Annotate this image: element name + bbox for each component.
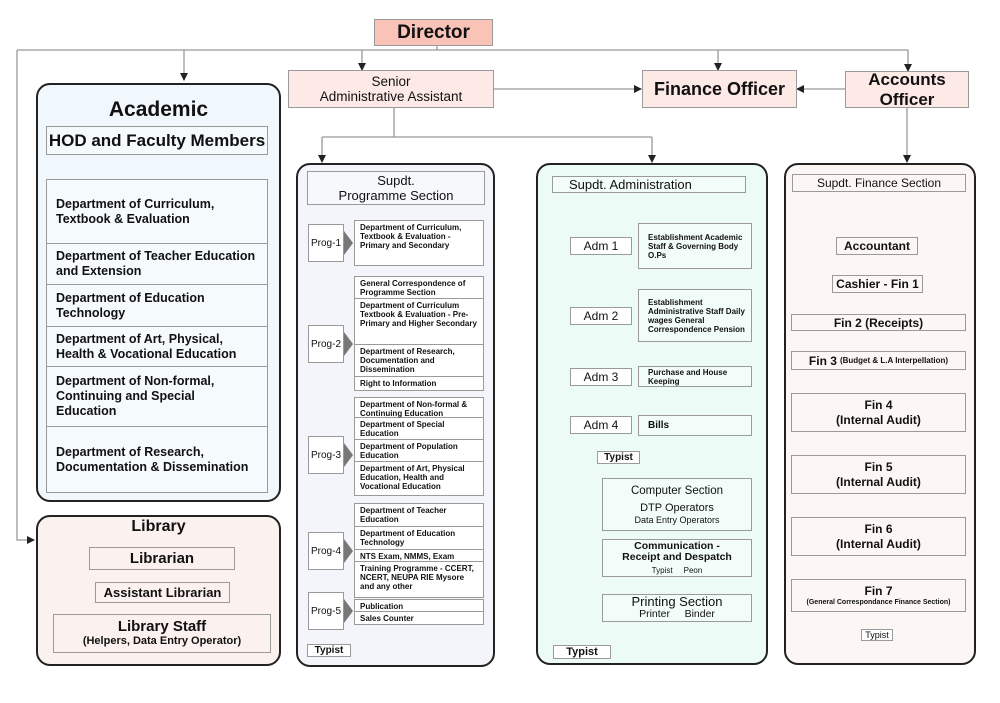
supdt-administration-box[interactable]: Supdt. Administration xyxy=(552,176,746,193)
adm-unit-duties[interactable]: Establishment Academic Staff & Governing… xyxy=(638,223,752,269)
chevron-right-icon xyxy=(344,443,353,467)
programme-unit-3[interactable]: Prog-3 xyxy=(308,436,344,474)
library-staff-box[interactable]: Library Staff (Helpers, Data Entry Opera… xyxy=(53,614,271,653)
fin-unit-label: Fin 5 xyxy=(864,459,893,474)
programme-duty-item[interactable]: Department of Non-formal & Continuing Ed… xyxy=(355,398,483,418)
academic-department-item[interactable]: Department of Art, Physical, Health & Vo… xyxy=(47,327,267,367)
supdt-programme-line2: Programme Section xyxy=(338,188,454,203)
fin-unit-detail: (Internal Audit) xyxy=(836,412,921,427)
programme-duty-list: Department of Curriculum, Textbook & Eva… xyxy=(354,220,484,266)
academic-department-item[interactable]: Department of Curriculum, Textbook & Eva… xyxy=(47,180,267,244)
senior-admin-box[interactable]: Senior Administrative Assistant xyxy=(288,70,494,108)
adm-unit-2[interactable]: Adm 2 xyxy=(570,307,632,325)
programme-duty-list: General Correspondence of Programme Sect… xyxy=(354,276,484,391)
fin-audit-unit-6[interactable]: Fin 6 (Internal Audit) xyxy=(791,517,966,556)
programme-duty-list: Department of Teacher Education Departmen… xyxy=(354,503,484,598)
fin7-detail: (General Correspondance Finance Section) xyxy=(806,598,951,606)
computer-section-box[interactable]: Computer Section DTP Operators Data Entr… xyxy=(602,478,752,531)
library-staff-label: Library Staff xyxy=(117,617,207,635)
adm-unit-1[interactable]: Adm 1 xyxy=(570,237,632,255)
programme-duty-item[interactable]: NTS Exam, NMMS, Exam xyxy=(355,550,483,562)
chevron-right-icon xyxy=(344,539,353,563)
fin-unit-detail: (Internal Audit) xyxy=(836,474,921,489)
programme-duty-item[interactable]: Department of Education Technology xyxy=(355,527,483,550)
senior-admin-line1: Senior xyxy=(371,74,411,89)
computer-section-line1: DTP Operators xyxy=(640,501,714,514)
librarian-box[interactable]: Librarian xyxy=(89,547,235,570)
academic-department-list: Department of Curriculum, Textbook & Eva… xyxy=(46,179,268,493)
academic-panel: Academic HOD and Faculty Members Departm… xyxy=(36,83,281,502)
accountant-box[interactable]: Accountant xyxy=(836,237,918,255)
academic-title: Academic xyxy=(108,98,209,121)
fin3-box[interactable]: Fin 3 (Budget & L.A Interpellation) xyxy=(791,351,966,370)
programme-duty-item[interactable]: Department of Curriculum, Textbook & Eva… xyxy=(355,221,483,265)
fin-unit-label: Fin 6 xyxy=(864,521,893,536)
programme-duty-list: Department of Non-formal & Continuing Ed… xyxy=(354,397,484,496)
supdt-programme-box[interactable]: Supdt. Programme Section xyxy=(307,171,485,205)
fin7-label: Fin 7 xyxy=(864,583,893,598)
programme-duty-item[interactable]: Department of Curriculum Textbook & Eval… xyxy=(355,299,483,345)
accounts-officer-box[interactable]: Accounts Officer xyxy=(845,70,969,109)
programme-duty-item[interactable]: Department of Teacher Education xyxy=(355,504,483,527)
communication-box[interactable]: Communication - Receipt and Despatch Typ… xyxy=(602,539,752,577)
adm-unit-4[interactable]: Adm 4 xyxy=(570,416,632,434)
academic-department-item[interactable]: Department of Non-formal, Continuing and… xyxy=(47,367,267,427)
library-panel: Library Librarian Assistant Librarian Li… xyxy=(36,515,281,666)
programme-duty-item[interactable]: Sales Counter xyxy=(355,612,483,624)
library-staff-detail: (Helpers, Data Entry Operator) xyxy=(82,634,242,647)
fin3-label: Fin 3 xyxy=(808,353,837,368)
finance-officer-box[interactable]: Finance Officer xyxy=(642,70,797,108)
fin2-box[interactable]: Fin 2 (Receipts) xyxy=(791,314,966,331)
adm-unit-duties[interactable]: Bills xyxy=(638,415,752,436)
fin7-box[interactable]: Fin 7 (General Correspondance Finance Se… xyxy=(791,579,966,612)
printing-section-title: Printing Section xyxy=(631,594,723,609)
programme-duty-item[interactable]: Department of Population Education xyxy=(355,440,483,462)
supdt-programme-line1: Supdt. xyxy=(377,173,415,188)
academic-department-item[interactable]: Department of Teacher Education and Exte… xyxy=(47,244,267,285)
fin-unit-detail: (Internal Audit) xyxy=(836,536,921,551)
chevron-right-icon xyxy=(344,231,353,255)
communication-title: Communication - Receipt and Despatch xyxy=(622,539,732,563)
cashier-box[interactable]: Cashier - Fin 1 xyxy=(832,275,923,293)
hod-faculty-box[interactable]: HOD and Faculty Members xyxy=(46,126,268,155)
programme-duty-item[interactable]: Department of Special Education xyxy=(355,418,483,440)
programme-duty-item[interactable]: Publication xyxy=(355,600,483,612)
academic-department-item[interactable]: Department of Research, Documentation & … xyxy=(47,427,267,492)
adm-unit-3[interactable]: Adm 3 xyxy=(570,368,632,386)
academic-department-item[interactable]: Department of Education Technology xyxy=(47,285,267,327)
library-title: Library xyxy=(131,518,186,535)
communication-staff: Typist Peon xyxy=(651,565,703,575)
assistant-librarian-box[interactable]: Assistant Librarian xyxy=(95,582,230,603)
director-box[interactable]: Director xyxy=(374,19,493,46)
printing-section-box[interactable]: Printing Section Printer Binder xyxy=(602,594,752,622)
programme-duty-item[interactable]: Training Programme - CCERT, NCERT, NEUPA… xyxy=(355,562,483,597)
programme-duty-list: Publication Sales Counter xyxy=(354,599,484,625)
fin3-detail: (Budget & L.A Interpellation) xyxy=(839,356,949,365)
adm-unit-duties[interactable]: Establishment Administrative Staff Daily… xyxy=(638,289,752,342)
fin-unit-label: Fin 4 xyxy=(864,397,893,412)
programme-unit-1[interactable]: Prog-1 xyxy=(308,224,344,262)
programme-duty-item[interactable]: Right to Information xyxy=(355,377,483,390)
adm-unit-duties[interactable]: Purchase and House Keeping xyxy=(638,366,752,387)
programme-unit-4[interactable]: Prog-4 xyxy=(308,532,344,570)
chevron-right-icon xyxy=(344,332,353,356)
programme-duty-item[interactable]: General Correspondence of Programme Sect… xyxy=(355,277,483,299)
programme-duty-item[interactable]: Department of Research, Documentation an… xyxy=(355,345,483,377)
programme-duty-item[interactable]: Department of Art, Physical Education, H… xyxy=(355,462,483,495)
programme-unit-5[interactable]: Prog-5 xyxy=(308,592,344,630)
computer-section-line2: Data Entry Operators xyxy=(634,514,720,525)
fin-audit-unit-5[interactable]: Fin 5 (Internal Audit) xyxy=(791,455,966,494)
computer-section-title: Computer Section xyxy=(630,484,724,497)
arrow-to-library xyxy=(16,50,35,544)
senior-admin-line2: Administrative Assistant xyxy=(319,89,463,104)
finance-typist-box[interactable]: Typist xyxy=(861,629,893,641)
programme-typist-box[interactable]: Typist xyxy=(307,644,351,657)
programme-unit-2[interactable]: Prog-2 xyxy=(308,325,344,363)
chevron-right-icon xyxy=(344,599,353,623)
printing-section-staff: Printer Binder xyxy=(639,608,715,620)
administration-typist-box[interactable]: Typist xyxy=(553,645,611,659)
supdt-finance-box[interactable]: Supdt. Finance Section xyxy=(792,174,966,192)
adm-typist-box[interactable]: Typist xyxy=(597,451,640,464)
fin-audit-unit-4[interactable]: Fin 4 (Internal Audit) xyxy=(791,393,966,432)
